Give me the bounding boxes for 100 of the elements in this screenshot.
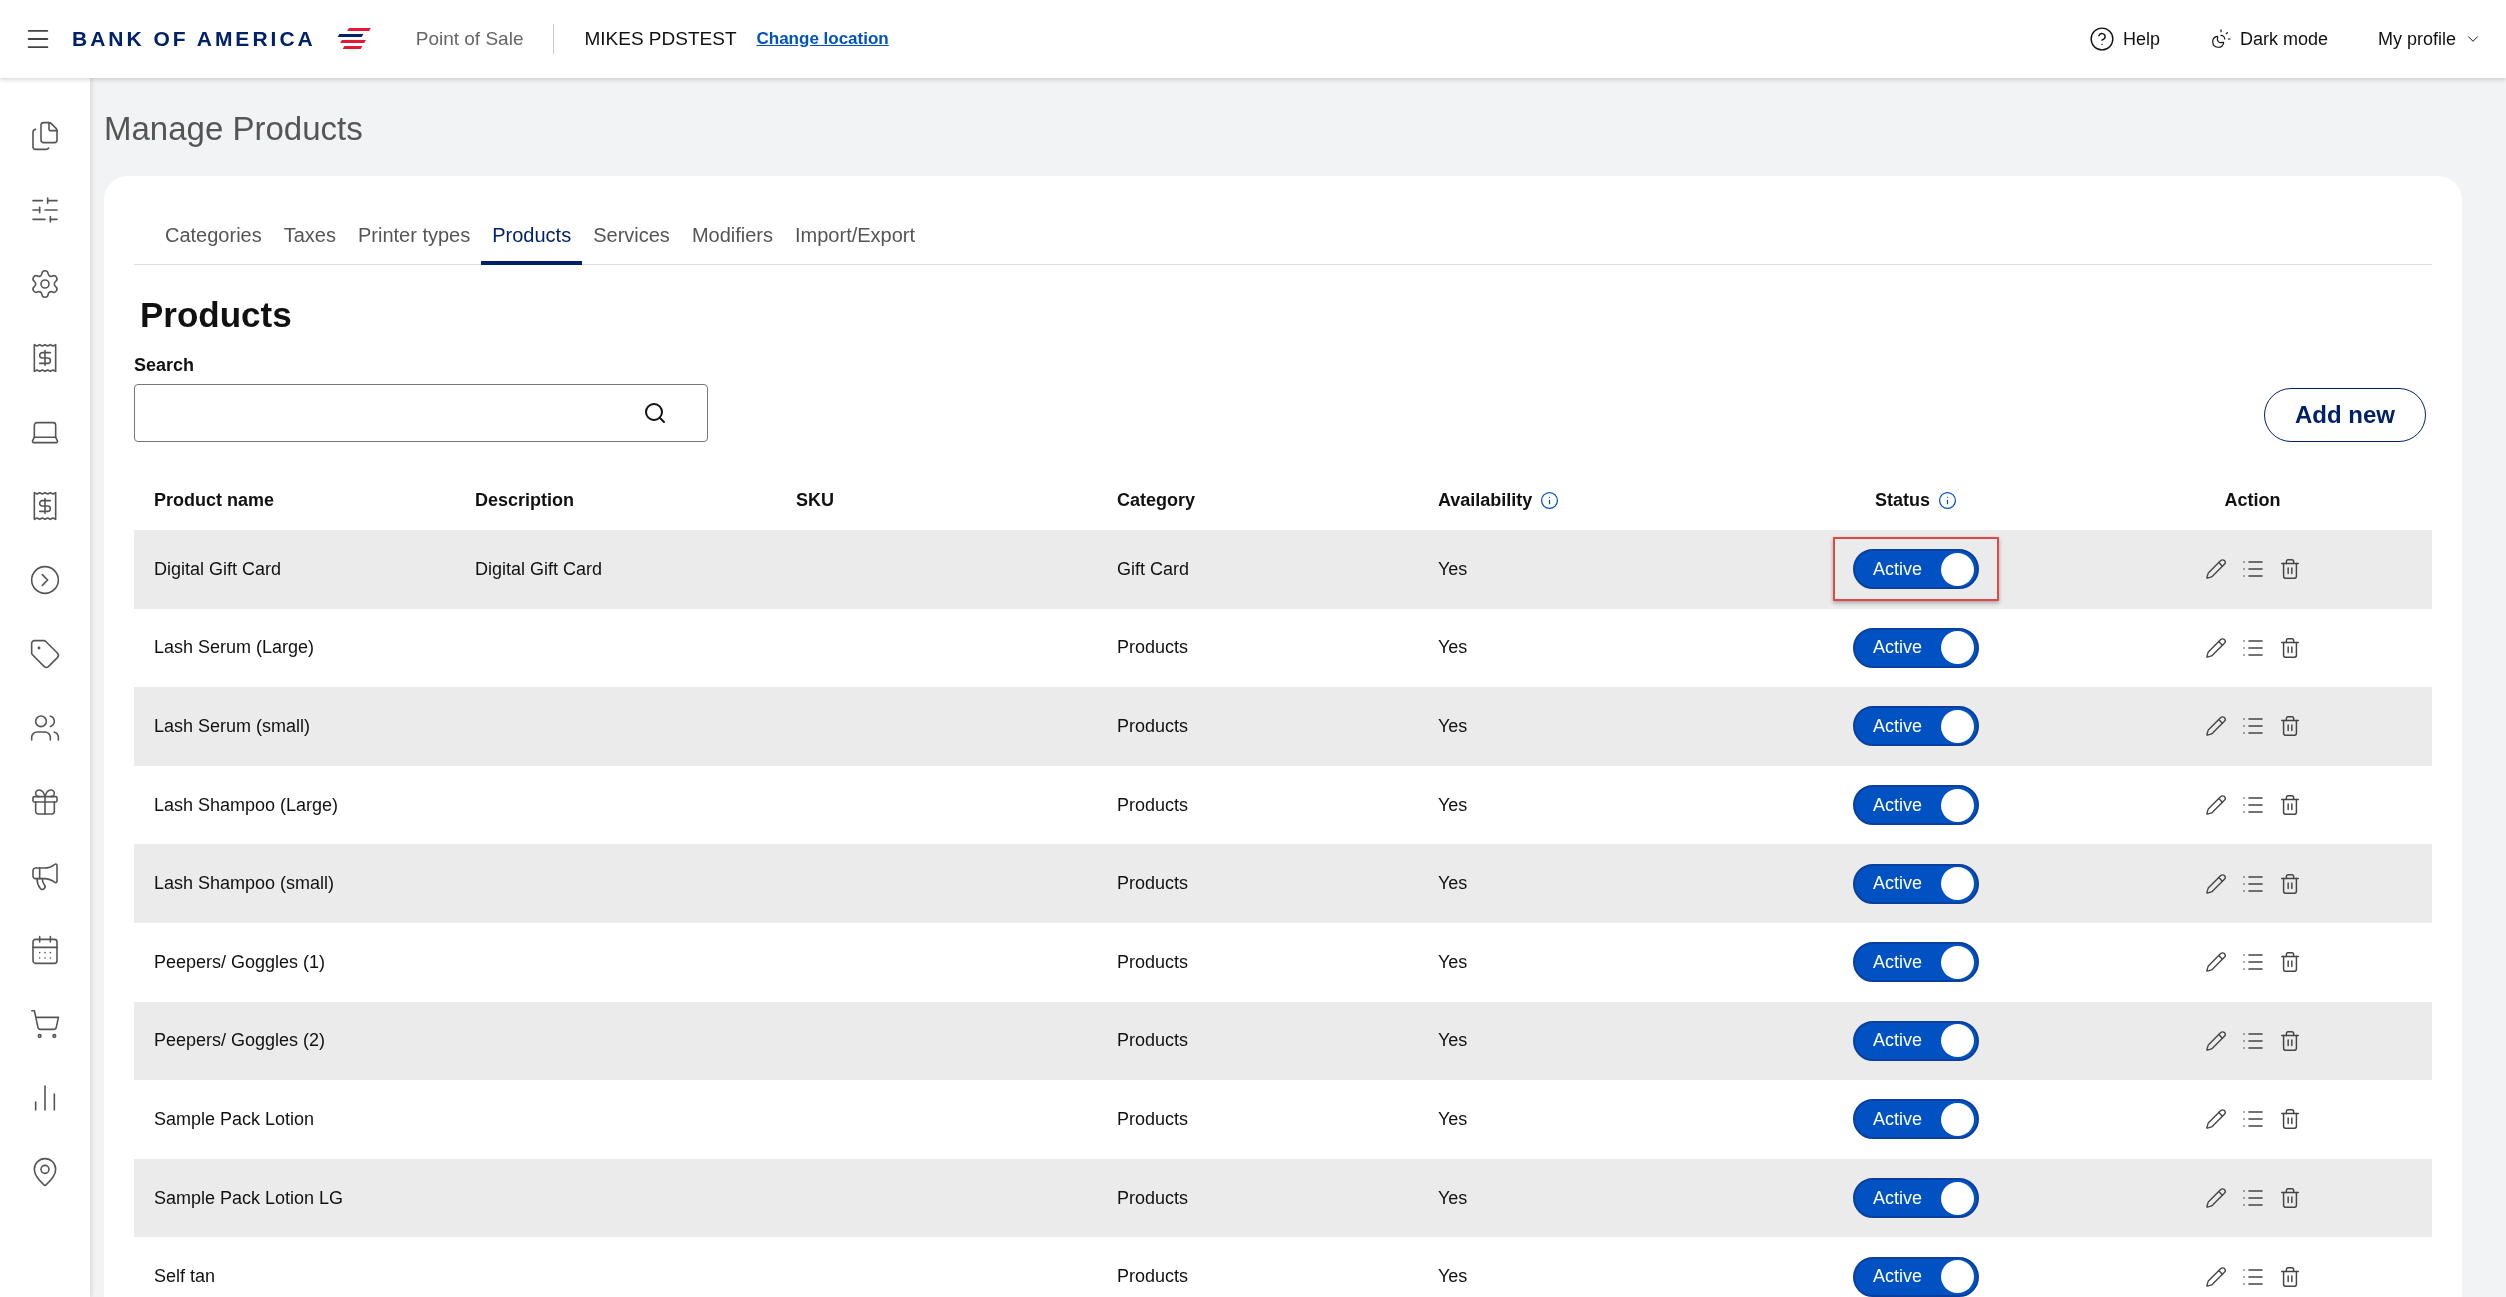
tab[interactable]: Products [481,214,583,265]
table-cell-text: Lash Shampoo (Large) [154,794,340,816]
edit-icon[interactable] [2204,715,2227,738]
table-cell-text: Yes [1438,1030,1469,1052]
table-cell-text: Lash Serum (small) [154,716,312,737]
table-cell-text: Gift Card [1117,558,1191,580]
delete-icon[interactable] [2278,636,2301,659]
edit-icon[interactable] [2204,636,2227,659]
change-location-link[interactable]: Change location [756,29,889,49]
tab[interactable]: Modifiers [680,214,784,265]
table-cell: Digital Gift Card [475,558,603,579]
delete-icon[interactable] [2278,1108,2301,1131]
delete-icon[interactable] [2278,1187,2301,1210]
edit-icon[interactable] [2204,794,2227,817]
status-toggle[interactable]: Active [1853,706,1979,747]
tab[interactable]: Printer types [346,214,482,265]
column-header: SKU [796,489,834,511]
delete-icon[interactable] [2278,794,2301,817]
table-cell-text: Peepers/ Goggles (1) [154,951,327,973]
contrast-icon [2209,28,2232,50]
table-cell-text: Digital Gift Card [154,558,283,580]
page-title: Manage Products [104,110,364,148]
edit-icon[interactable] [2204,1108,2227,1131]
sliders-icon[interactable] [29,194,61,226]
edit-icon[interactable] [2204,951,2227,974]
status-toggle[interactable]: Active [1853,627,1979,668]
documents-icon[interactable] [29,120,61,152]
people-icon[interactable] [29,712,61,744]
table-cell-text: Lash Shampoo (small) [154,873,336,895]
table-cell-text: Peepers/ Goggles (2) [154,1030,327,1052]
table-cell-text: Products [1117,794,1190,816]
table-cell-text: Yes [1438,873,1469,895]
gift-card-icon[interactable] [29,786,61,818]
calendar-icon[interactable] [29,934,61,966]
search-field[interactable] [134,384,708,442]
edit-icon[interactable] [2204,1187,2227,1210]
status-toggle[interactable]: Active [1853,549,1979,590]
table-cell-text: Yes [1438,1266,1469,1288]
table-cell-text: Products [1117,1108,1190,1130]
status-toggle[interactable]: Active [1853,1099,1979,1140]
tab[interactable]: Services [582,214,681,265]
dark-mode-button[interactable]: Dark mode [2209,28,2328,50]
edit-icon[interactable] [2204,558,2227,581]
brand-name: BANK OF AMERICA [72,27,316,51]
column-header: Availability [1438,489,1533,511]
help-button[interactable]: Help [2088,26,2160,52]
add-new-button[interactable]: Add new [2264,388,2426,442]
table-cell-text: Products [1117,637,1190,659]
table-cell-text: Yes [1438,1187,1469,1209]
delete-icon[interactable] [2278,715,2301,738]
status-toggle[interactable]: Active [1853,1020,1979,1061]
delete-icon[interactable] [2278,1265,2301,1288]
edit-icon[interactable] [2204,1029,2227,1052]
tab[interactable]: Taxes [272,214,347,265]
circle-arrow-icon[interactable] [29,564,61,596]
table-cell-text: Self tan [154,1266,217,1288]
table-cell-text: Products [1117,716,1190,737]
column-header: Category [1117,489,1196,511]
delete-icon[interactable] [2278,558,2301,581]
section-title: Products [140,295,293,335]
search-label: Search [134,355,196,376]
status-toggle[interactable]: Active [1853,942,1979,983]
table-cell-text: Products [1117,1187,1190,1209]
column-header: Action [2224,489,2281,511]
tag-icon[interactable] [29,638,61,670]
search-icon [643,401,667,425]
table-cell-text: Products [1117,951,1190,973]
table-cell-text: Yes [1438,1108,1469,1130]
table-cell-text: Yes [1438,637,1469,659]
megaphone-icon[interactable] [29,860,61,892]
status-toggle[interactable]: Active [1853,863,1979,904]
table-cell-text: Yes [1438,716,1469,737]
settings-icon[interactable] [29,268,61,300]
tab[interactable]: Categories [154,214,273,265]
delete-icon[interactable] [2278,1029,2301,1052]
column-header: Product name [154,489,275,511]
table-cell-text: Products [1117,873,1190,895]
delete-icon[interactable] [2278,951,2301,974]
cart-icon[interactable] [29,1008,61,1040]
help-icon [2088,26,2115,52]
location-name: MIKES PDSTEST [584,28,737,50]
tab[interactable]: Import/Export [784,214,927,265]
table-cell-text: Yes [1438,794,1469,816]
status-toggle[interactable]: Active [1853,785,1979,826]
table-cell-text: Sample Pack Lotion [154,1108,316,1130]
profile-menu[interactable]: My profile [2377,28,2482,50]
info-icon[interactable] [1938,490,1957,510]
status-toggle[interactable]: Active [1853,1178,1979,1219]
table-cell-text: Products [1117,1266,1190,1288]
delete-icon[interactable] [2278,872,2301,895]
table-cell-text: Products [1117,1030,1190,1052]
column-header: Description [475,489,575,511]
edit-icon[interactable] [2204,1265,2227,1288]
info-icon[interactable] [1540,490,1560,510]
status-toggle[interactable]: Active [1853,1256,1979,1297]
table-cell-text: Sample Pack Lotion LG [154,1187,345,1209]
table-cell-text: Yes [1438,951,1469,973]
table-cell-text: Lash Serum (Large) [154,637,316,659]
edit-icon[interactable] [2204,872,2227,895]
column-header: Status [1875,489,1930,511]
